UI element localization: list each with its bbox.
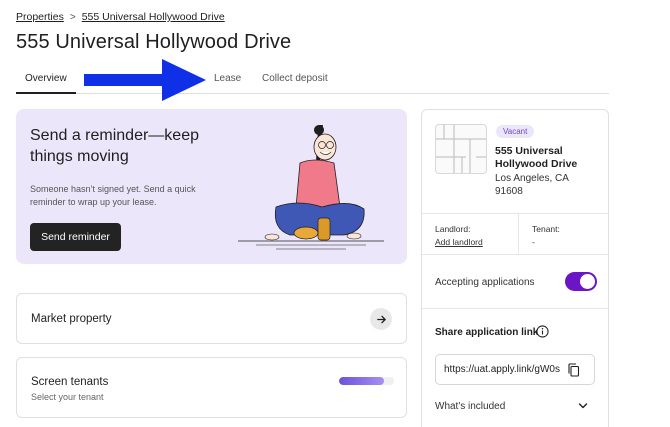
landlord-label: Landlord:: [435, 224, 471, 234]
market-property-title: Market property: [31, 313, 112, 325]
market-property-arrow-button[interactable]: [370, 308, 392, 330]
tenant-label: Tenant:: [532, 224, 560, 234]
tab-overview[interactable]: Overview: [25, 73, 67, 84]
property-map-thumbnail: [435, 124, 487, 174]
share-application-link-label: Share application link: [435, 327, 539, 338]
screen-tenants-progress: [339, 377, 394, 385]
annotation-arrow-icon: [84, 59, 206, 101]
tab-collect-deposit[interactable]: Collect deposit: [262, 73, 328, 84]
reminder-title: Send a reminder—keep things moving: [30, 127, 199, 165]
add-landlord-link[interactable]: Add landlord: [435, 237, 483, 247]
chevron-down-icon[interactable]: [578, 402, 588, 410]
reminder-text: Someone hasn’t signed yet. Send a quick …: [30, 184, 196, 207]
tenant-value: -: [532, 237, 535, 247]
send-reminder-button[interactable]: Send reminder: [30, 223, 121, 251]
accepting-applications-label: Accepting applications: [435, 277, 535, 288]
info-icon[interactable]: [536, 325, 549, 338]
active-tab-indicator: [16, 92, 76, 94]
screen-tenants-progress-fill: [339, 377, 385, 385]
whats-included-label[interactable]: What's included: [435, 401, 505, 412]
map-icon: [436, 125, 486, 173]
breadcrumb-properties-link[interactable]: Properties: [16, 11, 64, 23]
tab-lease[interactable]: Lease: [214, 73, 241, 84]
person-sitting-illustration: [238, 125, 384, 250]
reminder-card: Send a reminder—keep things moving Someo…: [16, 109, 407, 264]
application-link-field[interactable]: https://uat.apply.link/gW0s: [435, 354, 595, 385]
property-address: Los Angeles, CA 91608: [495, 173, 569, 197]
screen-tenants-card[interactable]: Screen tenants Select your tenant: [16, 357, 407, 418]
page-title: 555 Universal Hollywood Drive: [16, 31, 292, 53]
property-summary-panel: Vacant 555 Universal Hollywood Drive Los…: [421, 109, 609, 427]
copy-icon[interactable]: [567, 363, 580, 377]
toggle-knob: [580, 274, 595, 289]
property-name: 555 Universal Hollywood Drive: [495, 145, 578, 170]
breadcrumb-separator: >: [69, 11, 76, 23]
breadcrumb-current-link[interactable]: 555 Universal Hollywood Drive: [82, 11, 225, 23]
screen-tenants-title: Screen tenants: [31, 376, 109, 388]
divider: [422, 213, 608, 214]
divider: [518, 213, 519, 254]
accepting-applications-toggle[interactable]: [565, 272, 597, 291]
market-property-card[interactable]: Market property: [16, 293, 407, 344]
arrow-right-icon: [376, 315, 386, 323]
application-link-text: https://uat.apply.link/gW0s: [444, 364, 560, 375]
divider: [422, 308, 608, 309]
divider: [422, 254, 608, 255]
status-badge: Vacant: [496, 125, 535, 138]
breadcrumb: Properties > 555 Universal Hollywood Dri…: [16, 11, 225, 23]
screen-tenants-subtitle: Select your tenant: [31, 392, 104, 402]
